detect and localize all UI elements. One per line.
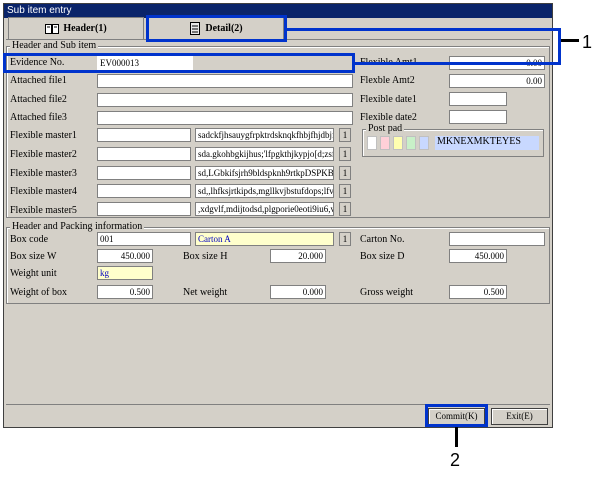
post-pad-label: Post pad xyxy=(366,123,405,134)
callout-number-2: 2 xyxy=(450,450,461,470)
flexible-master2-lookup-button[interactable]: 1 xyxy=(339,147,351,161)
post-pad-pink-swatch[interactable] xyxy=(380,136,390,150)
flexible-master4-lookup-button[interactable]: 1 xyxy=(339,184,351,198)
flexible-master2-label: Flexible master2 xyxy=(10,149,77,160)
post-pad-white-swatch[interactable] xyxy=(367,136,377,150)
flexible-master1-lookup-button[interactable]: 1 xyxy=(339,128,351,142)
carton-no-field[interactable] xyxy=(449,232,545,246)
gross-weight-field[interactable]: 0.500 xyxy=(449,285,507,299)
post-pad-green-swatch[interactable] xyxy=(406,136,416,150)
tab-header[interactable]: Header(1) xyxy=(8,17,144,39)
flexible-master5-lookup-button[interactable]: 1 xyxy=(339,202,351,216)
flexible-amt2-field[interactable]: 0.00 xyxy=(449,74,545,88)
callout-pointer-1 xyxy=(561,39,579,42)
weight-of-box-field[interactable]: 0.500 xyxy=(97,285,153,299)
net-weight-field[interactable]: 0.000 xyxy=(270,285,326,299)
box-size-h-label: Box size H xyxy=(183,251,228,262)
flexible-master1-code[interactable] xyxy=(97,128,191,142)
gross-weight-label: Gross weight xyxy=(360,287,414,298)
flexible-master5-code[interactable] xyxy=(97,202,191,216)
callout-pointer-2 xyxy=(455,427,458,447)
exit-button[interactable]: Exit(E) xyxy=(491,408,548,425)
flexible-master3-name[interactable]: sd,LGbkifsjrh9bldspknh9rtkpDSPKBbi xyxy=(195,166,334,180)
post-pad-blue-swatch[interactable] xyxy=(419,136,429,150)
callout-number-1: 1 xyxy=(582,32,593,52)
box-code-name-field[interactable]: Carton A xyxy=(195,232,334,246)
box-size-h-field[interactable]: 20.000 xyxy=(270,249,326,263)
callout-leader-1b xyxy=(558,29,561,65)
weight-unit-field[interactable]: kg xyxy=(97,266,153,280)
attached-file1-label: Attached file1 xyxy=(10,75,67,86)
flexible-master3-label: Flexible master3 xyxy=(10,168,77,179)
flexible-master2-code[interactable] xyxy=(97,147,191,161)
flexible-date2-field[interactable] xyxy=(449,110,507,124)
attached-file3-label: Attached file3 xyxy=(10,112,67,123)
flexible-amt2-label: Flexble Amt2 xyxy=(360,75,415,86)
book-icon xyxy=(45,23,60,34)
flexible-master5-name[interactable]: ,xdgvlf,mdijtodsd,plgporie0eoti9iu6,v b; xyxy=(195,202,334,216)
header-group-title: Header and Sub item xyxy=(10,40,99,51)
callout-box-commit xyxy=(425,404,488,427)
flexible-date1-label: Flexible date1 xyxy=(360,94,417,105)
net-weight-label: Net weight xyxy=(183,287,228,298)
flexible-master5-label: Flexible master5 xyxy=(10,205,77,216)
weight-unit-label: Weight unit xyxy=(10,268,57,279)
box-code-field[interactable]: 001 xyxy=(97,232,191,246)
flexible-master4-label: Flexible master4 xyxy=(10,186,77,197)
callout-leader-1a xyxy=(355,62,560,65)
attached-file2-label: Attached file2 xyxy=(10,94,67,105)
attached-file3-field[interactable] xyxy=(97,111,353,125)
box-size-d-field[interactable]: 450.000 xyxy=(449,249,507,263)
callout-leader-1c xyxy=(287,28,561,31)
tab-header-label: Header(1) xyxy=(63,23,107,34)
attached-file1-field[interactable] xyxy=(97,74,353,88)
flexible-master1-label: Flexible master1 xyxy=(10,130,77,141)
post-pad-yellow-swatch[interactable] xyxy=(393,136,403,150)
flexible-master2-name[interactable]: sda.gkohbgkijhus;'lfpgkthjkypjo[d;zsfg;l xyxy=(195,147,334,161)
packing-group-title: Header and Packing information xyxy=(10,221,145,232)
flexible-master4-name[interactable]: sd,,lhfksjrtkipds,mgllkvjbstufdops;lfvpi… xyxy=(195,184,334,198)
flexible-master4-code[interactable] xyxy=(97,184,191,198)
box-size-d-label: Box size D xyxy=(360,251,405,262)
weight-of-box-label: Weight of box xyxy=(10,287,67,298)
post-pad-text[interactable]: MKNEXMKTEYES xyxy=(435,136,539,150)
carton-no-label: Carton No. xyxy=(360,234,405,245)
callout-box-tabs xyxy=(146,15,287,42)
flexible-date1-field[interactable] xyxy=(449,92,507,106)
box-code-lookup-button[interactable]: 1 xyxy=(339,232,351,246)
box-code-label: Box code xyxy=(10,234,49,245)
flexible-master1-name[interactable]: sadckfjhsauygfrpktrdsknqkfhbjfhjdbjfdl xyxy=(195,128,334,142)
flexible-master3-code[interactable] xyxy=(97,166,191,180)
attached-file2-field[interactable] xyxy=(97,93,353,107)
box-size-w-field[interactable]: 450.000 xyxy=(97,249,153,263)
callout-box-evidence xyxy=(3,53,355,73)
flexible-master3-lookup-button[interactable]: 1 xyxy=(339,166,351,180)
box-size-w-label: Box size W xyxy=(10,251,57,262)
